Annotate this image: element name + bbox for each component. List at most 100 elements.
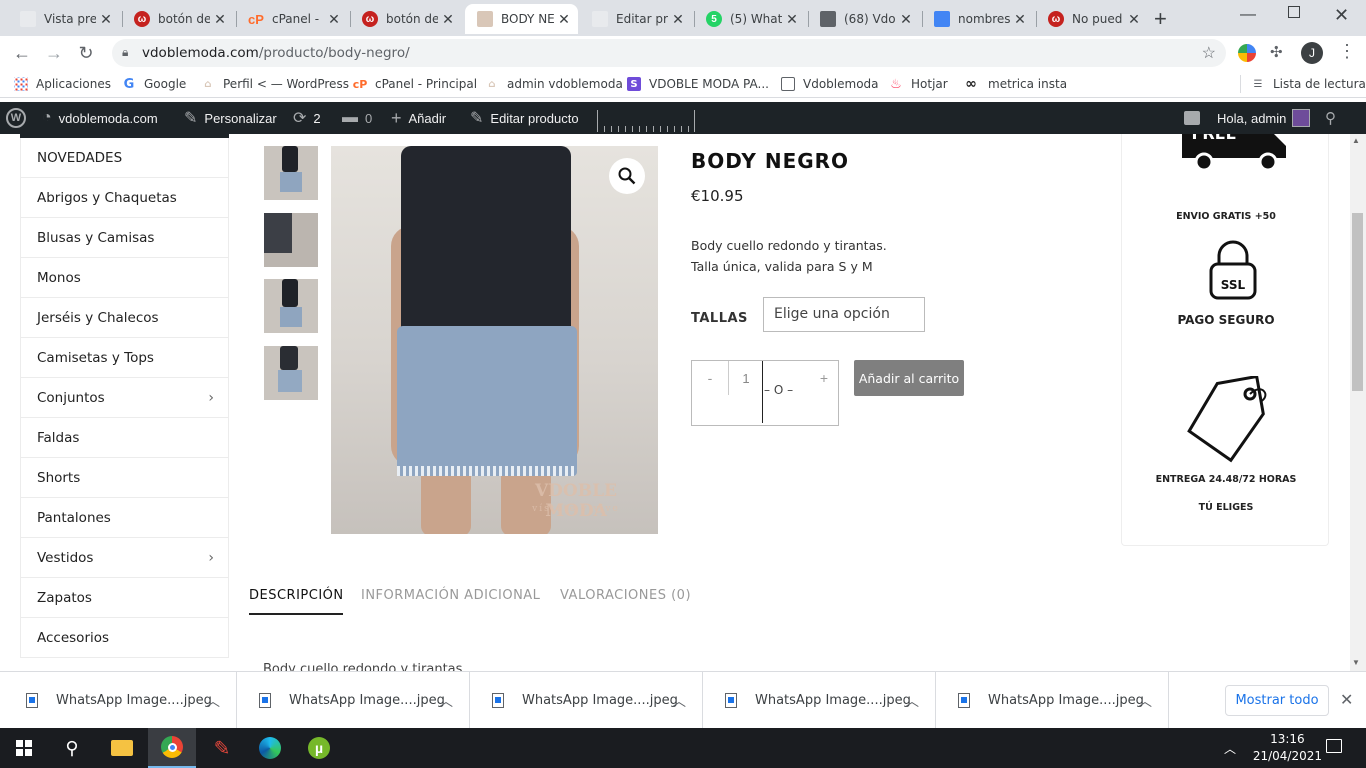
minimize-icon[interactable]: — bbox=[1240, 6, 1256, 24]
product-thumbnail-3[interactable] bbox=[264, 279, 318, 333]
chevron-right-icon[interactable]: › bbox=[208, 550, 214, 566]
scroll-up-icon[interactable]: ▲ bbox=[1352, 136, 1360, 145]
scroll-down-icon[interactable]: ▼ bbox=[1352, 658, 1360, 667]
reload-icon[interactable]: ↻ bbox=[74, 41, 98, 65]
show-all-downloads-button[interactable]: Mostrar todo bbox=[1225, 685, 1329, 716]
close-icon[interactable]: ✕ bbox=[438, 11, 458, 28]
reading-list[interactable]: ☰ Lista de lectura bbox=[1240, 75, 1366, 93]
search-icon[interactable]: ⚲ bbox=[48, 728, 96, 768]
admin-updates-link[interactable]: ⟳ 2 bbox=[293, 102, 321, 134]
chevron-right-icon[interactable]: › bbox=[208, 390, 214, 406]
windows-start-icon[interactable] bbox=[0, 728, 48, 768]
tray-chevron-up-icon[interactable]: ︿ bbox=[1224, 740, 1236, 757]
category-item[interactable]: Vestidos › bbox=[20, 538, 229, 578]
download-item[interactable]: WhatsApp Image....jpeg ︿ bbox=[936, 672, 1169, 729]
forward-arrow-icon[interactable]: → bbox=[42, 41, 66, 65]
address-bar[interactable]: 🔒︎ vdoblemoda.com/producto/body-negro/ ☆ bbox=[112, 39, 1226, 67]
category-item[interactable]: Camisetas y Tops bbox=[20, 338, 229, 378]
browser-tab[interactable]: ω botón de ✕ bbox=[122, 4, 234, 34]
profile-avatar[interactable]: J bbox=[1301, 42, 1323, 64]
wordpress-logo-icon[interactable]: W bbox=[6, 102, 26, 134]
notification-center-icon[interactable] bbox=[1326, 739, 1342, 753]
product-main-image[interactable]: VDOBLE MODA vístete y vive bbox=[331, 146, 658, 534]
close-icon[interactable]: ✕ bbox=[1010, 11, 1030, 28]
browser-tab[interactable]: ω botón de ✕ bbox=[350, 4, 462, 34]
browser-tab[interactable]: Vista previa ✕ bbox=[8, 4, 120, 34]
qty-input[interactable]: 1 bbox=[729, 361, 763, 395]
download-item[interactable]: WhatsApp Image....jpeg ︿ bbox=[4, 672, 237, 729]
admin-account-menu[interactable]: Hola, admin bbox=[1217, 102, 1311, 134]
utorrent-icon[interactable]: µ bbox=[295, 728, 343, 768]
bookmark-star-icon[interactable]: ☆ bbox=[1202, 43, 1216, 63]
bookmark-vdoble-pa[interactable]: S VDOBLE MODA PA... bbox=[627, 75, 769, 93]
new-tab-plus-icon[interactable]: + bbox=[1154, 6, 1167, 32]
admin-comments-link[interactable]: ▬ 0 bbox=[342, 102, 372, 134]
browser-tab[interactable]: 5 (5) Whats ✕ bbox=[694, 4, 806, 34]
extensions-puzzle-icon[interactable]: ✣ bbox=[1270, 43, 1283, 61]
category-item[interactable]: Shorts bbox=[20, 458, 229, 498]
download-item[interactable]: WhatsApp Image....jpeg ︿ bbox=[237, 672, 470, 729]
category-item[interactable]: Accesorios bbox=[20, 618, 229, 658]
category-item[interactable]: Blusas y Camisas bbox=[20, 218, 229, 258]
category-item[interactable]: Jerséis y Chalecos bbox=[20, 298, 229, 338]
browser-tab[interactable]: nombres ✕ bbox=[922, 4, 1034, 34]
close-icon[interactable]: ✕ bbox=[554, 11, 574, 28]
tab-reviews[interactable]: VALORACIONES (0) bbox=[560, 588, 691, 603]
window-close-icon[interactable]: ✕ bbox=[1334, 5, 1349, 26]
close-icon[interactable]: ✕ bbox=[324, 11, 344, 28]
category-item[interactable]: Abrigos y Chaquetas bbox=[20, 178, 229, 218]
qty-plus-button[interactable]: + bbox=[810, 361, 838, 395]
stats-sparkline[interactable] bbox=[597, 110, 695, 132]
maximize-icon[interactable] bbox=[1288, 6, 1300, 18]
product-thumbnail-2[interactable] bbox=[264, 213, 318, 267]
size-select[interactable]: Elige una opción bbox=[763, 297, 925, 332]
close-downloads-icon[interactable]: ✕ bbox=[1340, 690, 1353, 710]
category-item[interactable]: Faldas bbox=[20, 418, 229, 458]
category-item[interactable]: Conjuntos › bbox=[20, 378, 229, 418]
chevron-up-icon[interactable]: ︿ bbox=[672, 691, 686, 711]
admin-add-link[interactable]: + Añadir bbox=[391, 102, 446, 134]
category-item[interactable]: Zapatos bbox=[20, 578, 229, 618]
bookmark-hotjar[interactable]: ♨ Hotjar bbox=[889, 75, 948, 93]
close-icon[interactable]: ✕ bbox=[210, 11, 230, 28]
system-clock[interactable]: 13:16 21/04/2021 bbox=[1253, 731, 1322, 765]
chevron-up-icon[interactable]: ︿ bbox=[206, 691, 220, 711]
bookmark-google[interactable]: G Google bbox=[122, 75, 187, 93]
category-item[interactable]: Pantalones bbox=[20, 498, 229, 538]
qty-minus-button[interactable]: - bbox=[692, 361, 728, 395]
app-icon[interactable]: ✎ bbox=[198, 728, 246, 768]
admin-site-link[interactable]: ◔ vdoblemoda.com bbox=[42, 102, 158, 134]
chevron-up-icon[interactable]: ︿ bbox=[905, 691, 919, 711]
search-icon[interactable]: ⚲ bbox=[1325, 102, 1336, 134]
bookmark-wordpress[interactable]: ⌂ Perfil < — WordPress bbox=[201, 75, 349, 93]
tab-additional-info[interactable]: INFORMACIÓN ADICIONAL bbox=[361, 588, 540, 603]
admin-customize-link[interactable]: ✎ Personalizar bbox=[184, 102, 277, 134]
bookmark-metrica[interactable]: ∞ metrica insta bbox=[962, 75, 1067, 93]
product-thumbnail-1[interactable] bbox=[264, 146, 318, 200]
close-icon[interactable]: ✕ bbox=[668, 11, 688, 28]
notifications-icon[interactable] bbox=[1184, 102, 1200, 134]
chrome-icon[interactable] bbox=[148, 728, 196, 768]
bookmark-admin[interactable]: ⌂ admin vdoblemoda bbox=[485, 75, 622, 93]
close-icon[interactable]: ✕ bbox=[782, 11, 802, 28]
chevron-up-icon[interactable]: ︿ bbox=[1138, 691, 1152, 711]
bookmark-vdoblemoda[interactable]: Vdoblemoda bbox=[781, 75, 879, 93]
browser-tab[interactable]: ω No pued ✕ bbox=[1036, 4, 1148, 34]
edge-icon[interactable] bbox=[246, 728, 294, 768]
download-item[interactable]: WhatsApp Image....jpeg ︿ bbox=[470, 672, 703, 729]
browser-tab[interactable]: cP cPanel - P ✕ bbox=[236, 4, 348, 34]
bookmark-apps[interactable]: Aplicaciones bbox=[14, 75, 111, 93]
bookmark-cpanel[interactable]: cP cPanel - Principal bbox=[353, 75, 477, 93]
admin-edit-product-link[interactable]: ✎ Editar producto bbox=[470, 102, 579, 134]
browser-tab[interactable]: Editar pro ✕ bbox=[580, 4, 692, 34]
close-icon[interactable]: ✕ bbox=[1124, 11, 1144, 28]
extension-icon[interactable] bbox=[1238, 44, 1256, 62]
close-icon[interactable]: ✕ bbox=[896, 11, 916, 28]
category-item[interactable]: Monos bbox=[20, 258, 229, 298]
menu-kebab-icon[interactable]: ⋮ bbox=[1338, 41, 1356, 62]
chevron-up-icon[interactable]: ︿ bbox=[439, 691, 453, 711]
back-arrow-icon[interactable]: ← bbox=[10, 41, 34, 65]
add-to-cart-button[interactable]: Añadir al carrito bbox=[854, 360, 964, 396]
category-item[interactable]: NOVEDADES bbox=[20, 138, 229, 178]
file-explorer-icon[interactable] bbox=[98, 728, 146, 768]
